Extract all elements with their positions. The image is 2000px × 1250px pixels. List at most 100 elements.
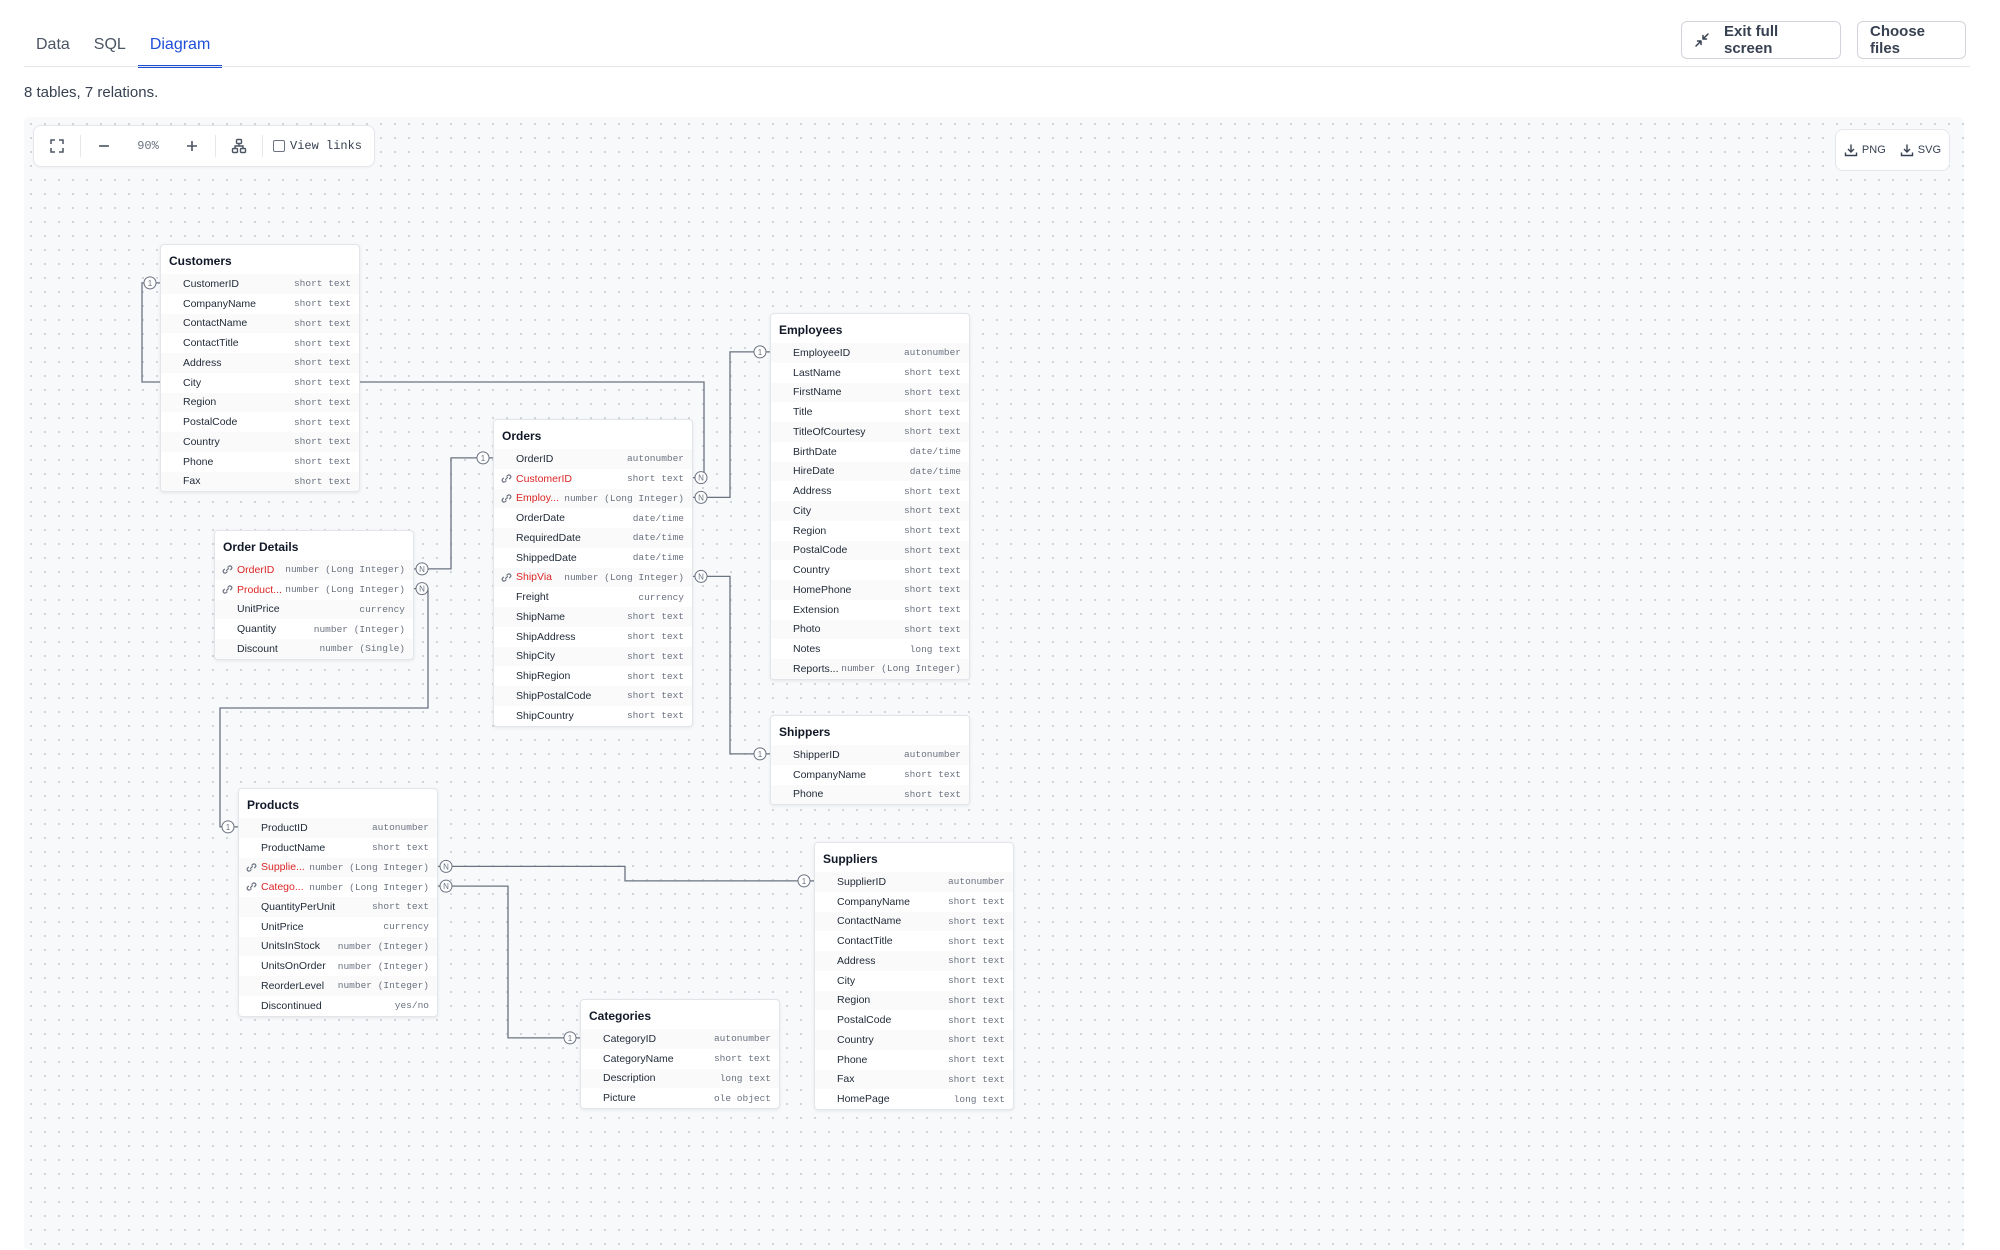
field-row[interactable]: ShipVia number (Long Integer)	[494, 567, 692, 588]
field-row[interactable]: ShipName short text	[494, 607, 692, 627]
auto-layout-button[interactable]	[220, 130, 258, 162]
fit-view-button[interactable]	[38, 130, 76, 162]
field-row[interactable]: Phone short text	[161, 452, 359, 472]
table-employees[interactable]: Employees EmployeeID autonumber LastName sho…	[770, 313, 970, 680]
relation-line[interactable]	[691, 575, 770, 755]
field-row[interactable]: EmployeeID autonumber	[771, 343, 969, 363]
export-svg-button[interactable]: SVG	[1900, 143, 1941, 157]
field-row[interactable]: ProductID autonumber	[239, 818, 437, 838]
field-row[interactable]: CompanyName short text	[815, 892, 1013, 912]
field-row[interactable]: Title short text	[771, 402, 969, 422]
exit-fullscreen-button[interactable]: Exit full screen	[1681, 21, 1841, 59]
field-row[interactable]: City short text	[771, 501, 969, 521]
field-row[interactable]: HomePhone short text	[771, 580, 969, 600]
field-row[interactable]: PostalCode short text	[161, 412, 359, 432]
field-row[interactable]: ProductName short text	[239, 838, 437, 858]
field-row[interactable]: RequiredDate date/time	[494, 528, 692, 548]
field-row[interactable]: LastName short text	[771, 363, 969, 383]
field-row[interactable]: Catego... number (Long Integer)	[239, 877, 437, 897]
view-links-checkbox[interactable]	[273, 140, 285, 152]
field-row[interactable]: City short text	[815, 971, 1013, 991]
field-row[interactable]: Notes long text	[771, 639, 969, 659]
table-shippers[interactable]: Shippers ShipperID autonumber CompanyName sh…	[770, 715, 970, 806]
field-row[interactable]: Discontinued yes/no	[239, 996, 437, 1016]
field-row[interactable]: Extension short text	[771, 600, 969, 620]
diagram-canvas[interactable]: 1 N 1 N 1 N 1 N 1 N 1 N 1 N Customers CustomerID short …	[24, 117, 1964, 1250]
field-row[interactable]: Address short text	[161, 353, 359, 373]
field-row[interactable]: BirthDate date/time	[771, 442, 969, 462]
table-suppliers[interactable]: Suppliers SupplierID autonumber CompanyName…	[814, 842, 1014, 1110]
field-row[interactable]: UnitPrice currency	[215, 599, 413, 620]
relation-line[interactable]	[412, 457, 493, 570]
field-row[interactable]: OrderID autonumber	[494, 449, 692, 469]
field-row[interactable]: CategoryID autonumber	[581, 1029, 779, 1049]
table-customers[interactable]: Customers CustomerID short text CompanyName…	[160, 244, 360, 493]
choose-files-button[interactable]: Choose files	[1857, 21, 1966, 59]
field-row[interactable]: Country short text	[161, 432, 359, 452]
field-row[interactable]: HomePage long text	[815, 1089, 1013, 1109]
field-row[interactable]: Address short text	[771, 481, 969, 501]
table-categories[interactable]: Categories CategoryID autonumber CategoryNa…	[580, 999, 780, 1109]
field-row[interactable]: ShipPostalCode short text	[494, 686, 692, 706]
field-row[interactable]: UnitsInStock number (Integer)	[239, 936, 437, 957]
field-row[interactable]: ContactName short text	[161, 313, 359, 334]
field-row[interactable]: Photo short text	[771, 619, 969, 640]
field-row[interactable]: City short text	[161, 373, 359, 393]
field-row[interactable]: CustomerID short text	[161, 274, 359, 294]
zoom-out-button[interactable]	[85, 130, 123, 162]
field-row[interactable]: ShipAddress short text	[494, 627, 692, 647]
table-orders[interactable]: Orders OrderID autonumber CustomerID short t…	[493, 419, 693, 727]
field-row[interactable]: OrderID number (Long Integer)	[215, 560, 413, 580]
field-row[interactable]: CustomerID short text	[494, 469, 692, 489]
field-row[interactable]: Freight currency	[494, 587, 692, 607]
field-row[interactable]: Discount number (Single)	[215, 639, 413, 659]
field-row[interactable]: Quantity number (Integer)	[215, 619, 413, 639]
field-row[interactable]: Address short text	[815, 951, 1013, 971]
field-row[interactable]: Phone short text	[815, 1050, 1013, 1070]
table-products[interactable]: Products ProductID autonumber ProductName sh…	[238, 788, 438, 1017]
field-row[interactable]: CategoryName short text	[581, 1049, 779, 1069]
field-row[interactable]: ShipCity short text	[494, 646, 692, 667]
relation-line[interactable]	[436, 865, 814, 882]
field-row[interactable]: Country short text	[771, 560, 969, 580]
field-row[interactable]: ShipCountry short text	[494, 706, 692, 726]
field-row[interactable]: Region short text	[815, 990, 1013, 1011]
relation-line[interactable]	[691, 351, 770, 499]
table-order-details[interactable]: Order Details OrderID number (Long Integer…	[214, 530, 414, 660]
view-links-toggle[interactable]: View links	[267, 139, 370, 153]
field-row[interactable]: ReorderLevel number (Integer)	[239, 976, 437, 996]
field-row[interactable]: ContactName short text	[815, 911, 1013, 932]
field-row[interactable]: HireDate date/time	[771, 461, 969, 482]
field-row[interactable]: Region short text	[771, 521, 969, 541]
field-row[interactable]: FirstName short text	[771, 382, 969, 403]
field-row[interactable]: Description long text	[581, 1068, 779, 1089]
zoom-in-button[interactable]	[173, 130, 211, 162]
field-row[interactable]: Product... number (Long Integer)	[215, 580, 413, 600]
field-row[interactable]: ShippedDate date/time	[494, 548, 692, 568]
tab-data[interactable]: Data	[24, 22, 82, 66]
field-row[interactable]: UnitPrice currency	[239, 917, 437, 937]
field-row[interactable]: QuantityPerUnit short text	[239, 897, 437, 917]
field-row[interactable]: ContactTitle short text	[815, 931, 1013, 951]
field-row[interactable]: ShipperID autonumber	[771, 745, 969, 765]
field-row[interactable]: Fax short text	[815, 1069, 1013, 1090]
field-row[interactable]: Region short text	[161, 392, 359, 413]
field-row[interactable]: OrderDate date/time	[494, 508, 692, 528]
field-row[interactable]: SupplierID autonumber	[815, 872, 1013, 892]
field-row[interactable]: Country short text	[815, 1030, 1013, 1050]
field-row[interactable]: CompanyName short text	[771, 765, 969, 785]
field-row[interactable]: ContactTitle short text	[161, 333, 359, 353]
field-row[interactable]: TitleOfCourtesy short text	[771, 422, 969, 442]
field-row[interactable]: ShipRegion short text	[494, 666, 692, 686]
field-row[interactable]: Picture ole object	[581, 1088, 779, 1108]
field-row[interactable]: Phone short text	[771, 784, 969, 805]
field-row[interactable]: Supplie... number (Long Integer)	[239, 857, 437, 878]
tab-diagram[interactable]: Diagram	[137, 22, 223, 68]
field-row[interactable]: UnitsOnOrder number (Integer)	[239, 956, 437, 976]
field-row[interactable]: CompanyName short text	[161, 294, 359, 314]
field-row[interactable]: Reports... number (Long Integer)	[771, 659, 969, 679]
tab-sql[interactable]: SQL	[82, 22, 138, 66]
field-row[interactable]: PostalCode short text	[815, 1010, 1013, 1030]
export-png-button[interactable]: PNG	[1844, 143, 1886, 157]
field-row[interactable]: PostalCode short text	[771, 540, 969, 561]
